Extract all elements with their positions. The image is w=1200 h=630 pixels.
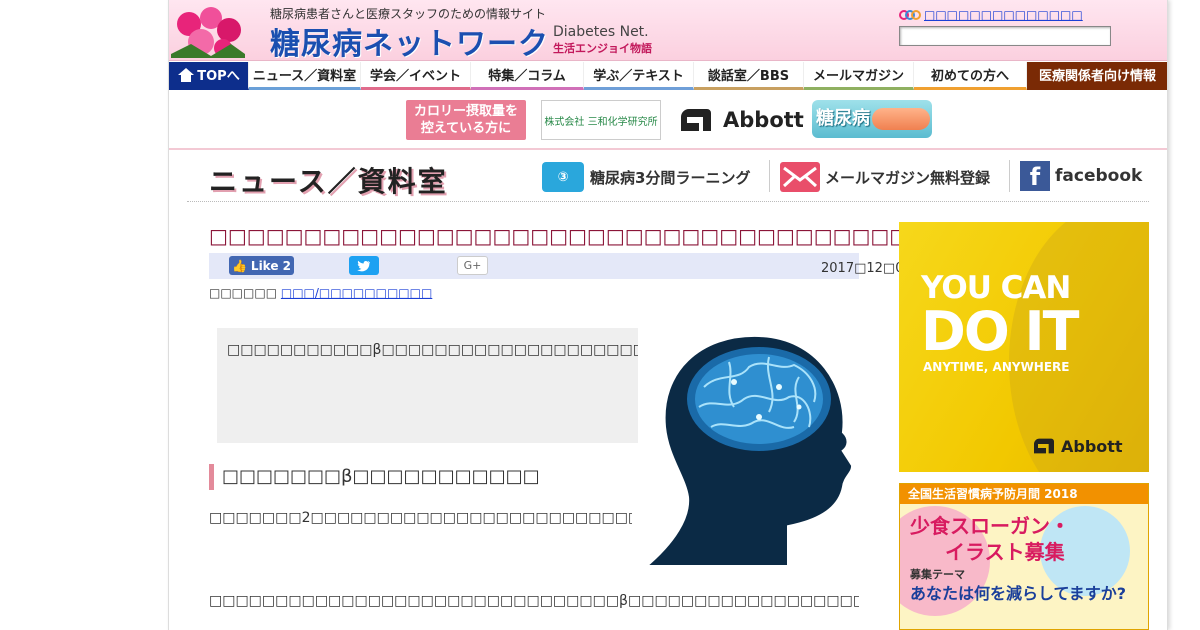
nav-item-news[interactable]: ニュース／資料室 — [249, 62, 361, 90]
category-label: □□□□□□ — [209, 286, 278, 300]
category-link[interactable]: □□□/□□□□□□□□□□ — [281, 286, 432, 300]
nav-item-learn[interactable]: 学ぶ／テキスト — [584, 62, 694, 90]
page: 糖尿病患者さんと医療スタッフのための情報サイト 糖尿病ネットワーク Diabet… — [168, 0, 1168, 630]
divider — [1009, 160, 1010, 192]
sponsor-calorie-banner[interactable]: カロリー摂取量を 控えている方に — [406, 100, 526, 140]
nav-top-label: TOPへ — [197, 69, 240, 84]
twitter-share-button[interactable] — [349, 256, 379, 275]
nav-item-beginners[interactable]: 初めての方へ — [914, 62, 1027, 90]
mail-icon — [780, 162, 820, 192]
campaign-ad-banner[interactable]: 全国生活習慣病予防月間 2018 少食スローガン・ イラスト募集 募集テーマ あ… — [899, 483, 1149, 630]
campaign-top-bar: 全国生活習慣病予防月間 2018 — [900, 484, 1148, 504]
twitter-bird-icon — [357, 260, 371, 271]
article-heading: □□□□□□□β□□□□□□□□□□□ — [209, 464, 540, 490]
nav-item-features[interactable]: 特集／コラム — [471, 62, 584, 90]
thumbs-up-icon: 👍 — [231, 258, 247, 273]
nav-item-mailmagazine[interactable]: メールマガジン — [804, 62, 914, 90]
sponsor-tonyo-label: 糖尿病 — [816, 108, 870, 129]
abbott-logo-icon — [681, 109, 711, 131]
ad-headline-line2: DO IT — [921, 300, 1079, 363]
section-title: ニュース／資料室 — [209, 165, 448, 198]
article-paragraph: □□□□□□□2□□□□□□□□□□□□□□□□□□□□□□□□□□□□□□□□… — [209, 510, 632, 526]
sponsor-sanwa-banner[interactable]: 株式会社 三和化学研究所 — [541, 100, 661, 140]
like-count-label: Like 2 — [250, 258, 292, 273]
brain-head-image — [639, 332, 856, 569]
brand-english: Diabetes Net. — [553, 24, 649, 40]
abbott-ad-banner[interactable]: YOU CAN DO IT ANYTIME, ANYWHERE Abbott — [899, 222, 1149, 472]
googleplus-icon: G+ — [463, 259, 482, 272]
main-nav: TOPへ ニュース／資料室 学会／イベント 特集／コラム 学ぶ／テキスト 談話室… — [169, 62, 1167, 90]
abbott-logo-icon — [1034, 438, 1054, 454]
share-bar: 👍 Like 2 G+ 2017□12□08□ — [209, 253, 924, 279]
learning-3min-icon: ③ — [542, 162, 584, 192]
googleplus-share-button[interactable]: G+ — [457, 256, 488, 275]
nav-item-events[interactable]: 学会／イベント — [361, 62, 471, 90]
ad-headline-line3: ANYTIME, ANYWHERE — [923, 360, 1070, 374]
pill-icon — [872, 108, 930, 130]
ad-abbott-brand: Abbott — [1031, 436, 1123, 456]
campaign-title-2: イラスト募集 — [945, 540, 1065, 564]
mail-register-label: メールマガジン無料登録 — [825, 168, 991, 187]
search-brand-icon — [899, 10, 921, 20]
sponsor-strip: カロリー摂取量を 控えている方に 株式会社 三和化学研究所 Abbott 糖尿病 — [169, 90, 1167, 150]
sponsor-abbott-label: Abbott — [723, 108, 804, 132]
learning-link[interactable]: ③ 糖尿病3分間ラーニング — [542, 162, 750, 192]
flower-logo-image — [171, 7, 245, 58]
article-lead-box: □□□□□□□□□□□β□□□□□□□□□□□□□□□□□□□□□□□□□□□□… — [217, 328, 638, 443]
facebook-link[interactable]: f facebook — [1020, 161, 1142, 191]
site-header: 糖尿病患者さんと医療スタッフのための情報サイト 糖尿病ネットワーク Diabet… — [169, 0, 1167, 63]
sponsor-sanwa-label: 株式会社 三和化学研究所 — [544, 116, 658, 128]
campaign-title-1: 少食スローガン・ — [910, 514, 1070, 538]
category-row: □□□□□□ □□□/□□□□□□□□□□ — [209, 286, 432, 300]
sponsor-tonyo-banner[interactable]: 糖尿病 — [812, 100, 932, 138]
brand-subtitle: 生活エンジョイ物語 — [553, 42, 652, 55]
article-paragraph: □□□□□□□□□□□□□□□□□□□□□□□□□□□□□□□β□□□□□□□□… — [209, 593, 859, 609]
sponsor-abbott-banner[interactable]: Abbott — [677, 104, 804, 136]
nav-top-button[interactable]: TOPへ — [169, 62, 249, 90]
facebook-label: facebook — [1055, 166, 1143, 186]
search-site-link[interactable]: □□□□□□□□□□□□□□ — [924, 8, 1083, 22]
search-input[interactable] — [899, 26, 1111, 46]
nav-item-bbs[interactable]: 談話室／BBS — [694, 62, 804, 90]
nav-item-medical[interactable]: 医療関係者向け情報 — [1027, 62, 1167, 90]
facebook-icon: f — [1020, 161, 1050, 191]
facebook-like-button[interactable]: 👍 Like 2 — [229, 256, 294, 275]
ad-abbott-label: Abbott — [1061, 437, 1123, 456]
article-date: 2017□12□08□ — [821, 261, 925, 276]
mail-register-link[interactable]: メールマガジン無料登録 — [780, 162, 990, 192]
divider — [769, 160, 770, 192]
home-icon — [178, 67, 195, 82]
site-title[interactable]: 糖尿病ネットワーク — [270, 19, 549, 63]
dotted-divider — [187, 201, 1149, 202]
learning-label: 糖尿病3分間ラーニング — [590, 168, 751, 187]
campaign-question: あなたは何を減らしてますか? — [910, 584, 1127, 603]
